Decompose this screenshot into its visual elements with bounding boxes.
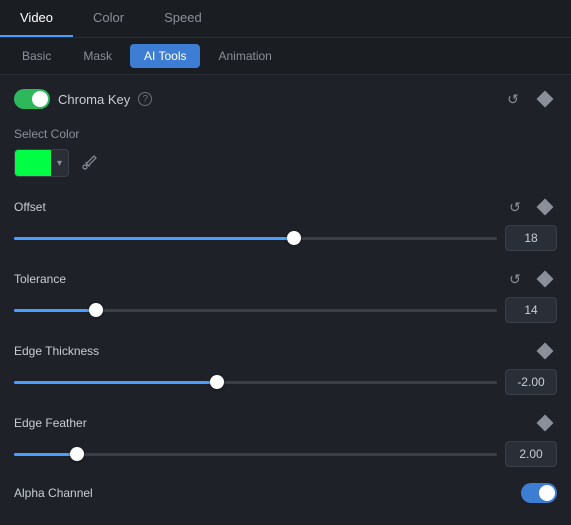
- tab-animation[interactable]: Animation: [204, 44, 285, 68]
- slider-section-edge-feather: Edge Feather 2.00: [14, 411, 557, 467]
- slider-value-edge-thickness[interactable]: -2.00: [505, 369, 557, 395]
- slider-reset-icon-offset[interactable]: ↺: [503, 195, 527, 219]
- slider-track-edge-thickness[interactable]: [14, 372, 497, 392]
- slider-label-tolerance: Tolerance: [14, 272, 66, 286]
- slider-label-edge-feather: Edge Feather: [14, 416, 87, 430]
- slider-track-edge-feather[interactable]: [14, 444, 497, 464]
- slider-row-edge-thickness: -2.00: [14, 369, 557, 395]
- slider-track-tolerance[interactable]: [14, 300, 497, 320]
- slider-icons-edge-feather: [533, 411, 557, 435]
- tab-color[interactable]: Color: [73, 0, 144, 37]
- tab-ai-tools[interactable]: AI Tools: [130, 44, 200, 68]
- slider-header-offset: Offset ↺: [14, 195, 557, 219]
- content-area: Chroma Key ? ↺ Select Color ▾ Offset ↺ 18 T…: [0, 75, 571, 515]
- slider-diamond-icon-edge-feather[interactable]: [533, 411, 557, 435]
- slider-header-edge-thickness: Edge Thickness: [14, 339, 557, 363]
- tab-basic[interactable]: Basic: [8, 44, 65, 68]
- slider-section-offset: Offset ↺ 18: [14, 195, 557, 251]
- chroma-key-label: Chroma Key: [58, 92, 130, 107]
- tab-video[interactable]: Video: [0, 0, 73, 37]
- select-color-label: Select Color: [14, 127, 557, 141]
- alpha-channel-toggle[interactable]: [521, 483, 557, 503]
- slider-label-offset: Offset: [14, 200, 46, 214]
- slider-thumb-edge-feather[interactable]: [70, 447, 84, 461]
- tab-mask[interactable]: Mask: [69, 44, 126, 68]
- slider-header-tolerance: Tolerance ↺: [14, 267, 557, 291]
- slider-diamond-icon-offset[interactable]: [533, 195, 557, 219]
- slider-row-edge-feather: 2.00: [14, 441, 557, 467]
- chroma-key-toggle[interactable]: [14, 89, 50, 109]
- alpha-channel-row: Alpha Channel: [14, 483, 557, 503]
- slider-thumb-offset[interactable]: [287, 231, 301, 245]
- slider-icons-tolerance: ↺: [503, 267, 557, 291]
- chroma-key-left: Chroma Key ?: [14, 89, 152, 109]
- chroma-key-right: ↺: [501, 87, 557, 111]
- top-tabs-bar: Video Color Speed: [0, 0, 571, 38]
- slider-thumb-tolerance[interactable]: [89, 303, 103, 317]
- slider-section-tolerance: Tolerance ↺ 14: [14, 267, 557, 323]
- slider-track-offset[interactable]: [14, 228, 497, 248]
- slider-header-edge-feather: Edge Feather: [14, 411, 557, 435]
- color-dropdown-icon[interactable]: ▾: [51, 158, 68, 169]
- chroma-key-row: Chroma Key ? ↺: [14, 87, 557, 111]
- slider-value-tolerance[interactable]: 14: [505, 297, 557, 323]
- slider-label-edge-thickness: Edge Thickness: [14, 344, 99, 358]
- eyedropper-button[interactable]: [75, 149, 103, 177]
- slider-row-offset: 18: [14, 225, 557, 251]
- slider-row-tolerance: 14: [14, 297, 557, 323]
- slider-thumb-edge-thickness[interactable]: [210, 375, 224, 389]
- color-swatch-button[interactable]: ▾: [14, 149, 69, 177]
- chroma-key-reset-icon[interactable]: ↺: [501, 87, 525, 111]
- alpha-channel-label: Alpha Channel: [14, 486, 93, 500]
- tab-speed[interactable]: Speed: [144, 0, 222, 37]
- sliders-container: Offset ↺ 18 Tolerance ↺ 14 Edge Thickness -2.00…: [14, 195, 557, 467]
- slider-diamond-icon-tolerance[interactable]: [533, 267, 557, 291]
- second-tabs-bar: Basic Mask AI Tools Animation: [0, 38, 571, 75]
- slider-value-offset[interactable]: 18: [505, 225, 557, 251]
- chroma-key-diamond-icon[interactable]: [533, 87, 557, 111]
- slider-section-edge-thickness: Edge Thickness -2.00: [14, 339, 557, 395]
- slider-reset-icon-tolerance[interactable]: ↺: [503, 267, 527, 291]
- slider-diamond-icon-edge-thickness[interactable]: [533, 339, 557, 363]
- color-swatch: [15, 150, 51, 176]
- slider-icons-offset: ↺: [503, 195, 557, 219]
- slider-icons-edge-thickness: [533, 339, 557, 363]
- slider-value-edge-feather[interactable]: 2.00: [505, 441, 557, 467]
- color-row: ▾: [14, 149, 557, 177]
- help-icon[interactable]: ?: [138, 92, 152, 106]
